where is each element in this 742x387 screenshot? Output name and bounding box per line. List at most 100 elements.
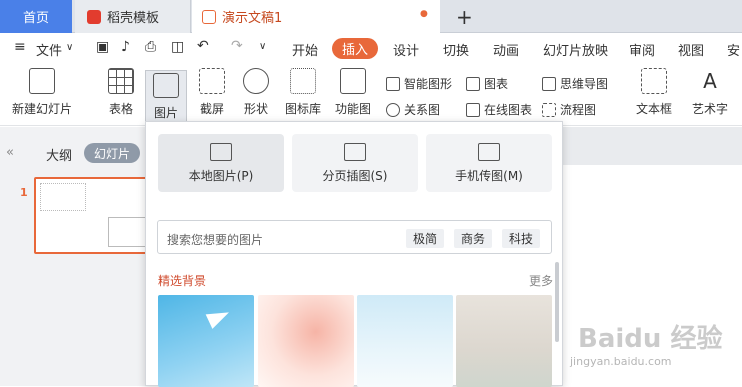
table-label: 表格 (108, 102, 133, 116)
flowchart-label: 流程图 (560, 103, 597, 117)
page-insert-icon (344, 142, 366, 161)
table-button[interactable]: 表格 (102, 68, 140, 117)
art-text-button[interactable]: A 艺术字 (686, 68, 734, 117)
screenshot-label: 截屏 (199, 102, 224, 116)
new-slide-button[interactable]: 新建幻灯片 (10, 68, 74, 117)
relation-button[interactable]: 关系图 (386, 101, 440, 118)
flowchart-icon (542, 102, 556, 117)
slide-panel (0, 127, 150, 386)
relation-label: 关系图 (404, 103, 441, 117)
tab-daoke-label: 稻壳模板 (107, 11, 160, 26)
chart-label: 图表 (484, 77, 509, 91)
online-chart-label: 在线图表 (484, 103, 533, 117)
mindmap-button[interactable]: 思维导图 (542, 75, 608, 92)
picture-dropdown: 本地图片(P) 分页插图(S) 手机传图(M) 搜索您想要的图片 极简 商务 科… (145, 121, 563, 387)
tab-bar: 首页 稻壳模板 演示文稿1 ● + (0, 0, 742, 33)
smart-shape-label: 智能图形 (404, 77, 453, 91)
save-icon[interactable]: ▣ (96, 39, 109, 55)
menu-start[interactable]: 开始 (292, 40, 318, 59)
print-icon[interactable]: ⎙ (145, 39, 156, 55)
shape-button[interactable]: 形状 (236, 68, 276, 117)
menu-animation[interactable]: 动画 (493, 40, 519, 59)
textbox-button[interactable]: 文本框 (630, 68, 678, 117)
paper-plane-icon (205, 305, 233, 329)
shape-icon (243, 68, 269, 94)
tag-business[interactable]: 商务 (454, 229, 493, 248)
menu-slideshow[interactable]: 幻灯片放映 (543, 40, 608, 59)
local-picture-button[interactable]: 本地图片(P) (158, 134, 284, 192)
icon-library-button[interactable]: 图标库 (283, 68, 323, 117)
presentation-icon (202, 9, 216, 24)
hamburger-icon[interactable]: ≡ (14, 39, 26, 55)
new-slide-icon (29, 68, 55, 94)
menu-security[interactable]: 安 (727, 40, 740, 59)
phone-picture-button[interactable]: 手机传图(M) (426, 134, 552, 192)
tab-daoke-template[interactable]: 稻壳模板 (75, 0, 191, 33)
menu-design[interactable]: 设计 (393, 40, 419, 59)
daoke-logo-icon (87, 9, 101, 24)
background-thumbnail[interactable] (258, 295, 354, 387)
textbox-label: 文本框 (635, 102, 672, 116)
online-chart-button[interactable]: 在线图表 (466, 101, 532, 118)
tab-home-label: 首页 (22, 11, 49, 26)
picture-button[interactable]: 图片 (145, 70, 187, 122)
menu-transition[interactable]: 切换 (443, 40, 469, 59)
slide-thumbnail[interactable] (34, 177, 148, 254)
relation-icon (386, 102, 400, 117)
collapse-panel-icon[interactable]: « (6, 145, 14, 160)
scissors-icon (199, 68, 225, 94)
file-menu[interactable]: 文件 (36, 40, 62, 59)
tab-document-label: 演示文稿1 (222, 11, 283, 26)
picture-search-input[interactable]: 搜索您想要的图片 极简 商务 科技 (157, 220, 552, 254)
shape-label: 形状 (243, 102, 268, 116)
more-link[interactable]: 更多 (529, 272, 553, 289)
smart-shape-button[interactable]: 智能图形 (386, 75, 452, 92)
background-thumbnail[interactable] (158, 295, 254, 387)
ribbon: 新建幻灯片 表格 图片 截屏 形状 图标库 功能图 智能图形 图表 关系图 在线… (0, 64, 742, 126)
slide-number: 1 (20, 186, 28, 199)
phone-picture-icon (478, 142, 500, 161)
function-chart-button[interactable]: 功能图 (330, 68, 376, 117)
chart-button[interactable]: 图表 (466, 75, 508, 92)
redo-icon[interactable]: ↷ (231, 38, 243, 54)
export-icon[interactable]: ♪ (121, 39, 130, 55)
slides-tab[interactable]: 幻灯片 (84, 143, 140, 163)
picture-label: 图片 (153, 106, 178, 120)
tab-document[interactable]: 演示文稿1 ● (192, 0, 440, 33)
outline-tab[interactable]: 大纲 (46, 145, 72, 164)
icon-library-label: 图标库 (284, 102, 321, 116)
local-picture-label: 本地图片(P) (188, 168, 254, 183)
table-icon (108, 68, 134, 94)
more-icon[interactable]: ∨ (259, 41, 266, 52)
menu-review[interactable]: 审阅 (629, 40, 655, 59)
preview-icon[interactable]: ◫ (171, 39, 184, 55)
watermark-url: jingyan.baidu.com (570, 355, 672, 368)
mindmap-label: 思维导图 (560, 77, 609, 91)
slides-tab-label: 幻灯片 (93, 146, 130, 161)
chevron-down-icon[interactable]: ∨ (66, 42, 73, 53)
tag-minimal[interactable]: 极简 (406, 229, 445, 248)
undo-icon[interactable]: ↶ (197, 38, 209, 54)
flowchart-button[interactable]: 流程图 (542, 101, 596, 118)
menu-bar: ≡ 文件 ∨ ▣ ♪ ⎙ ◫ ↶ ↷ ∨ 开始 插入 设计 切换 动画 幻灯片放… (0, 34, 742, 64)
background-thumbnail[interactable] (357, 295, 453, 387)
background-thumbnail[interactable] (456, 295, 552, 387)
menu-view[interactable]: 视图 (678, 40, 704, 59)
chart-icon (466, 76, 480, 91)
new-tab-button[interactable]: + (456, 5, 473, 29)
picture-icon (153, 73, 179, 98)
function-chart-label: 功能图 (334, 102, 371, 116)
icon-library-icon (290, 68, 316, 94)
function-chart-icon (340, 68, 366, 94)
page-insert-button[interactable]: 分页插图(S) (292, 134, 418, 192)
art-text-label: 艺术字 (691, 102, 728, 116)
menu-insert[interactable]: 插入 (332, 38, 378, 59)
tab-home[interactable]: 首页 (0, 0, 72, 33)
menu-insert-label: 插入 (341, 43, 368, 58)
scrollbar[interactable] (555, 262, 559, 342)
tag-technology[interactable]: 科技 (502, 229, 541, 248)
thumbnail-placeholder (40, 183, 86, 211)
screenshot-button[interactable]: 截屏 (192, 68, 232, 117)
smart-shape-icon (386, 76, 400, 91)
search-placeholder: 搜索您想要的图片 (167, 233, 264, 247)
